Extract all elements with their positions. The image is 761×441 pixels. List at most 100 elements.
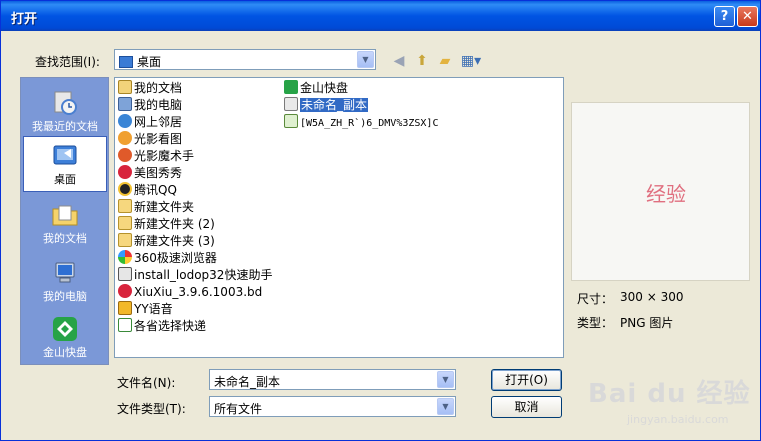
desktop-small-icon <box>119 56 133 68</box>
list-item[interactable]: 各省选择快递 <box>118 318 206 334</box>
place-recent[interactable]: 我最近的文档 <box>23 84 107 140</box>
xiuxiu-icon <box>118 284 132 298</box>
place-mydocs[interactable]: 我的文档 <box>23 196 107 252</box>
list-item[interactable]: install_lodop32快速助手 <box>118 267 272 283</box>
viewer-icon <box>118 131 132 145</box>
browser-icon <box>118 250 132 264</box>
list-item[interactable]: 腾讯QQ <box>118 182 177 198</box>
open-file-dialog: 打开 ? ✕ 查找范围(I): 桌面 ▼ ◀ ⬆ ▰ ▦▾ 我最近的文档 桌面 <box>0 0 761 441</box>
magic-icon <box>118 148 132 162</box>
my-computer-icon <box>55 262 75 283</box>
title-bar[interactable]: 打开 ? ✕ <box>1 1 760 31</box>
list-item[interactable]: 我的电脑 <box>118 97 182 113</box>
list-item[interactable]: 光影魔术手 <box>118 148 194 164</box>
list-item[interactable]: 360极速浏览器 <box>118 250 217 266</box>
type-label: 类型： <box>577 316 614 330</box>
lookin-select[interactable]: 桌面 ▼ <box>114 49 376 70</box>
list-item[interactable]: 新建文件夹 <box>118 199 194 215</box>
list-item-label: 新建文件夹 <box>134 200 195 214</box>
place-label-recent: 我最近的文档 <box>32 120 98 133</box>
yy-icon <box>118 301 132 315</box>
baidu-jingyan-url: jingyan.baidu.com <box>627 413 729 426</box>
list-item-label: 金山快盘 <box>300 81 349 95</box>
preview-watermark: 经验 <box>646 182 686 206</box>
list-item-label: 光影看图 <box>134 132 183 146</box>
list-item-label: YY语音 <box>134 302 173 316</box>
list-item[interactable]: 美图秀秀 <box>118 165 182 181</box>
list-item[interactable]: 我的文档 <box>118 80 182 96</box>
list-item[interactable]: 新建文件夹 (2) <box>118 216 215 232</box>
lookin-value: 桌面 <box>119 53 161 70</box>
desktop-icon <box>53 145 77 165</box>
place-mycomputer[interactable]: 我的电脑 <box>23 254 107 310</box>
place-desktop[interactable]: 桌面 <box>23 136 107 192</box>
image-preview: 经验 <box>571 102 750 281</box>
list-item[interactable]: YY语音 <box>118 301 173 317</box>
png-file-icon <box>284 97 298 111</box>
back-icon[interactable]: ◀ <box>389 51 409 71</box>
window-title: 打开 <box>11 12 38 27</box>
recent-docs-icon <box>54 91 77 115</box>
kuaipan-icon <box>53 317 77 341</box>
list-item-label: 未命名_副本 <box>300 98 369 112</box>
size-value: 300 × 300 <box>620 290 684 304</box>
folder-icon <box>118 216 132 230</box>
kuaipan-icon <box>284 80 298 94</box>
list-item[interactable]: 金山快盘 <box>284 80 348 96</box>
filetype-select[interactable]: 所有文件 ▼ <box>209 396 456 417</box>
places-bar: 我最近的文档 桌面 我的文档 我的电脑 金山快盘 <box>20 77 109 365</box>
list-item-label: XiuXiu_3.9.6.1003.bd <box>134 285 263 299</box>
place-label-desktop: 桌面 <box>54 173 76 186</box>
folder-icon <box>118 199 132 213</box>
filetype-label: 文件类型(T): <box>117 402 186 416</box>
list-item[interactable]: 新建文件夹 (3) <box>118 233 215 249</box>
list-item[interactable]: [W5A_ZH_R`)6_DMV%3ZSX]C <box>284 114 438 130</box>
filename-label: 文件名(N): <box>117 376 176 390</box>
list-item[interactable]: XiuXiu_3.9.6.1003.bd <box>118 284 262 300</box>
filename-input[interactable]: 未命名_副本 ▼ <box>209 369 456 390</box>
cancel-button[interactable]: 取消 <box>491 396 562 418</box>
list-item-label: 新建文件夹 (2) <box>134 217 215 231</box>
qq-icon <box>118 182 132 196</box>
place-label-kuaipan: 金山快盘 <box>43 346 87 359</box>
place-label-mydocs: 我的文档 <box>43 232 87 245</box>
computer-icon <box>118 97 132 111</box>
my-documents-icon <box>52 205 78 226</box>
list-item-label: [W5A_ZH_R`)6_DMV%3ZSX]C <box>300 118 439 129</box>
list-item-selected[interactable]: 未命名_副本 <box>284 97 369 113</box>
open-button[interactable]: 打开(O) <box>491 369 562 391</box>
list-item-label: 腾讯QQ <box>134 183 177 197</box>
lookin-value-text: 桌面 <box>137 55 162 69</box>
shortcut-icon <box>118 318 132 332</box>
help-button[interactable]: ? <box>714 6 735 27</box>
chevron-down-icon[interactable]: ▼ <box>357 51 374 68</box>
new-folder-icon[interactable]: ▰ <box>435 51 455 71</box>
folder-icon <box>118 233 132 247</box>
jpeg-file-icon <box>284 114 298 128</box>
list-item[interactable]: 网上邻居 <box>118 114 182 130</box>
chevron-down-icon[interactable]: ▼ <box>437 398 454 415</box>
list-item-label: 光影魔术手 <box>134 149 195 163</box>
type-value: PNG 图片 <box>620 316 674 330</box>
file-list: 我的文档 我的电脑 网上邻居 光影看图 光影魔术手 美图秀秀 腾讯QQ 新建文件… <box>114 77 564 358</box>
list-item-label: 美图秀秀 <box>134 166 183 180</box>
up-folder-icon[interactable]: ⬆ <box>412 51 432 71</box>
list-item-label: 我的电脑 <box>134 98 183 112</box>
list-item-label: install_lodop32快速助手 <box>134 268 273 282</box>
baidu-jingyan-logo: Bai du 经验 <box>588 379 751 409</box>
folder-doc-icon <box>118 80 132 94</box>
list-item-label: 360极速浏览器 <box>134 251 217 265</box>
network-icon <box>118 114 132 128</box>
place-kuaipan[interactable]: 金山快盘 <box>23 310 107 366</box>
view-menu-icon[interactable]: ▦▾ <box>459 51 483 71</box>
meitu-icon <box>118 165 132 179</box>
chevron-down-icon[interactable]: ▼ <box>437 371 454 388</box>
list-item-label: 各省选择快递 <box>134 319 207 333</box>
installer-icon <box>118 267 132 281</box>
list-item-label: 网上邻居 <box>134 115 183 129</box>
filetype-value: 所有文件 <box>214 402 263 416</box>
filename-value: 未命名_副本 <box>214 375 281 389</box>
list-item[interactable]: 光影看图 <box>118 131 182 147</box>
close-button[interactable]: ✕ <box>737 6 758 27</box>
list-item-label: 我的文档 <box>134 81 183 95</box>
